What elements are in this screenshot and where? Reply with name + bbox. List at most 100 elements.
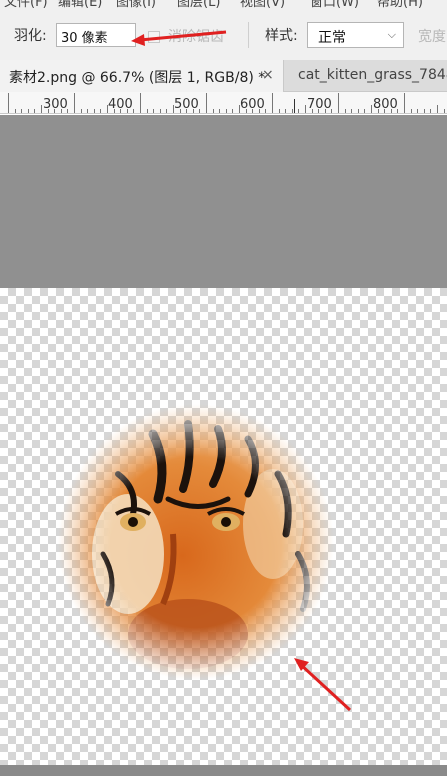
ruler-tick: [371, 105, 372, 113]
ruler-tick: [279, 109, 280, 113]
menu-help[interactable]: 帮助(H): [377, 0, 423, 8]
pasteboard[interactable]: [0, 115, 447, 288]
ruler-tick: [325, 109, 326, 113]
ruler-tick: [292, 109, 293, 113]
ruler-tick: [239, 105, 240, 113]
antialias-label: 消除锯齿: [168, 29, 224, 45]
ruler-tick: [54, 109, 55, 113]
ruler-tick: [140, 93, 141, 113]
ruler-tick: [94, 109, 95, 113]
ruler-tick: [437, 105, 438, 113]
ruler-tick: [351, 109, 352, 113]
ruler-tick: [127, 109, 128, 113]
ruler-tick: [226, 109, 227, 113]
ruler-tick: [186, 109, 187, 113]
ruler-tick: [285, 109, 286, 113]
style-label: 样式:: [265, 28, 298, 44]
ruler-tick: [364, 109, 365, 113]
ruler-tick: [74, 93, 75, 113]
tab-label: 素材2.png @ 66.7% (图层 1, RGB/8) *: [9, 70, 266, 86]
ruler-tick: [180, 109, 181, 113]
antialias-checkbox[interactable]: [148, 31, 160, 43]
feather-input[interactable]: 30 像素: [56, 23, 136, 47]
menu-layer[interactable]: 图层(L): [177, 0, 220, 8]
options-divider: [248, 22, 249, 48]
style-select-value: 正常: [318, 30, 346, 46]
ruler-tick: [384, 109, 385, 113]
canvas-bottom-edge: [0, 765, 447, 776]
ruler-tick: [199, 109, 200, 113]
feathered-tiger-image: [58, 404, 334, 680]
ruler-label: 300: [43, 97, 68, 112]
ruler-tick: [430, 109, 431, 113]
ruler-tick: [166, 109, 167, 113]
ruler-tick: [206, 93, 207, 113]
ruler-tick: [259, 109, 260, 113]
ruler-tick: [312, 109, 313, 113]
ruler-tick: [272, 93, 273, 113]
ruler-tick: [391, 109, 392, 113]
ruler-tick: [41, 105, 42, 113]
document-tabs: 素材2.png @ 66.7% (图层 1, RGB/8) * × cat_ki…: [0, 60, 447, 92]
ruler-tick: [147, 109, 148, 113]
ruler-tick: [120, 109, 121, 113]
horizontal-ruler[interactable]: 300 400 500 600 700 800: [0, 92, 447, 114]
ruler-tick: [48, 109, 49, 113]
menu-edit[interactable]: 编辑(E): [58, 0, 102, 8]
ruler-label: 700: [307, 97, 332, 112]
tab-label: cat_kitten_grass_78480: [298, 67, 447, 83]
ruler-tick: [153, 109, 154, 113]
ruler-tick: [378, 109, 379, 113]
ruler-tick: [8, 93, 9, 113]
feather-label: 羽化:: [14, 28, 47, 44]
ruler-tick: [246, 109, 247, 113]
ruler-tick: [265, 109, 266, 113]
ruler-tick: [21, 109, 22, 113]
ruler-tick: [404, 93, 405, 113]
tab-cat-kitten-document[interactable]: cat_kitten_grass_78480: [285, 60, 447, 92]
ruler-tick: [318, 109, 319, 113]
ruler-label: 800: [373, 97, 398, 112]
menu-image[interactable]: 图像(I): [116, 0, 156, 8]
ruler-tick: [345, 109, 346, 113]
menu-file[interactable]: 文件(F): [4, 0, 48, 8]
ruler-tick: [160, 109, 161, 113]
ruler-tick: [338, 93, 339, 113]
ruler-tick: [107, 105, 108, 113]
width-label: 宽度: [418, 29, 446, 45]
ruler-tick: [417, 109, 418, 113]
menu-view[interactable]: 视图(V): [240, 0, 285, 8]
style-select[interactable]: 正常 ⌵: [307, 22, 404, 48]
ruler-tick: [34, 109, 35, 113]
ruler-tick: [133, 109, 134, 113]
ruler-tick: [305, 105, 306, 113]
ruler-tick: [15, 109, 16, 113]
ruler-cursor-marker: [294, 99, 295, 113]
chevron-down-icon: ⌵: [387, 28, 396, 41]
ruler-tick: [193, 109, 194, 113]
menu-window[interactable]: 窗口(W): [310, 0, 359, 8]
ruler-tick: [114, 109, 115, 113]
ruler-tick: [397, 109, 398, 113]
menu-bar: 文件(F) 编辑(E) 图像(I) 图层(L) 视图(V) 窗口(W) 帮助(H…: [0, 0, 447, 8]
tab-active-document[interactable]: 素材2.png @ 66.7% (图层 1, RGB/8) * ×: [0, 60, 284, 92]
ruler-tick: [252, 109, 253, 113]
ruler-tick: [61, 109, 62, 113]
ruler-tick: [81, 109, 82, 113]
ruler-tick: [173, 105, 174, 113]
close-icon[interactable]: ×: [262, 67, 274, 83]
ruler-tick: [411, 109, 412, 113]
ruler-tick: [232, 109, 233, 113]
options-bar: 羽化: 30 像素 消除锯齿 样式: 正常 ⌵ 宽度: [0, 8, 447, 60]
ruler-tick: [28, 109, 29, 113]
ruler-tick: [424, 109, 425, 113]
ruler-tick: [331, 109, 332, 113]
ruler-tick: [298, 109, 299, 113]
ruler-tick: [444, 109, 445, 113]
ruler-tick: [67, 109, 68, 113]
ruler-tick: [100, 109, 101, 113]
ruler-tick: [87, 109, 88, 113]
ruler-tick: [219, 109, 220, 113]
ruler-tick: [358, 109, 359, 113]
ruler-tick: [213, 109, 214, 113]
